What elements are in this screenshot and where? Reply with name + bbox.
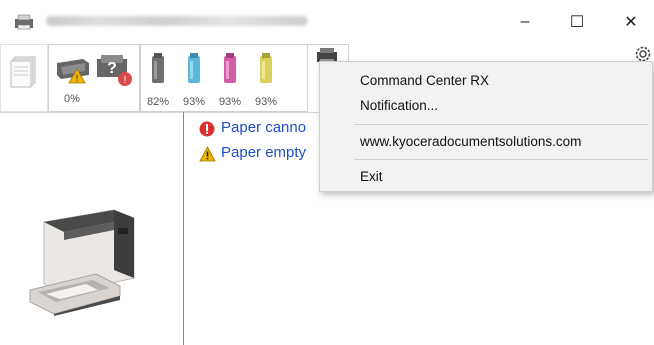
- toner-yellow-icon: [260, 53, 272, 83]
- menu-item-command-center[interactable]: Command Center RX: [360, 73, 489, 88]
- toner-cyan-icon: [188, 53, 200, 83]
- tab-toner[interactable]: 82% 93% 93% 93%: [140, 44, 308, 112]
- menu-item-notification[interactable]: Notification...: [360, 98, 438, 113]
- maximize-button[interactable]: ☐: [554, 6, 600, 38]
- printer-app-icon: [15, 14, 33, 30]
- minimize-button[interactable]: –: [502, 6, 548, 38]
- warning-icon: [199, 146, 216, 162]
- status-message-error[interactable]: Paper canno: [221, 119, 306, 136]
- tab-paper-tray[interactable]: ! ? ! 0%: [48, 44, 140, 112]
- status-message-warning[interactable]: Paper empty: [221, 144, 306, 161]
- menu-separator: [354, 124, 648, 125]
- toner-cyan-level: 93%: [182, 96, 206, 108]
- menu-separator: [354, 159, 648, 160]
- close-button[interactable]: ✕: [608, 6, 654, 38]
- tray-error-icon: ? !: [97, 55, 132, 86]
- toner-yellow-level: 93%: [254, 96, 278, 108]
- toner-magenta-level: 93%: [218, 96, 242, 108]
- toner-black-icon: [152, 53, 164, 83]
- status-tabs: ! ? ! 0% 82% 93% 93% 93%: [0, 44, 320, 112]
- pane-divider: [183, 112, 184, 345]
- svg-text:?: ?: [107, 60, 117, 77]
- window-title: [46, 16, 308, 26]
- tray-warning-icon: !: [57, 59, 89, 85]
- error-icon: [199, 121, 215, 137]
- title-bar: – ☐ ✕: [0, 0, 654, 44]
- context-menu: Command Center RX Notification... www.ky…: [319, 61, 653, 192]
- toner-magenta-icon: [224, 53, 236, 83]
- menu-item-exit[interactable]: Exit: [360, 169, 383, 184]
- tabs-bottom-border: [0, 112, 320, 113]
- printer-image: [29, 209, 135, 316]
- menu-item-website[interactable]: www.kyoceradocumentsolutions.com: [360, 134, 581, 149]
- svg-text:!: !: [76, 74, 79, 85]
- tab-paper-stack[interactable]: [0, 44, 48, 112]
- paper-stack-icon: [10, 56, 36, 88]
- toner-black-level: 82%: [146, 96, 170, 108]
- status-monitor-window: – ☐ ✕ ! ? ! 0% 82% 93% 93% 93% Paper can…: [0, 0, 654, 345]
- svg-text:!: !: [124, 75, 127, 86]
- paper-percent: 0%: [64, 93, 80, 105]
